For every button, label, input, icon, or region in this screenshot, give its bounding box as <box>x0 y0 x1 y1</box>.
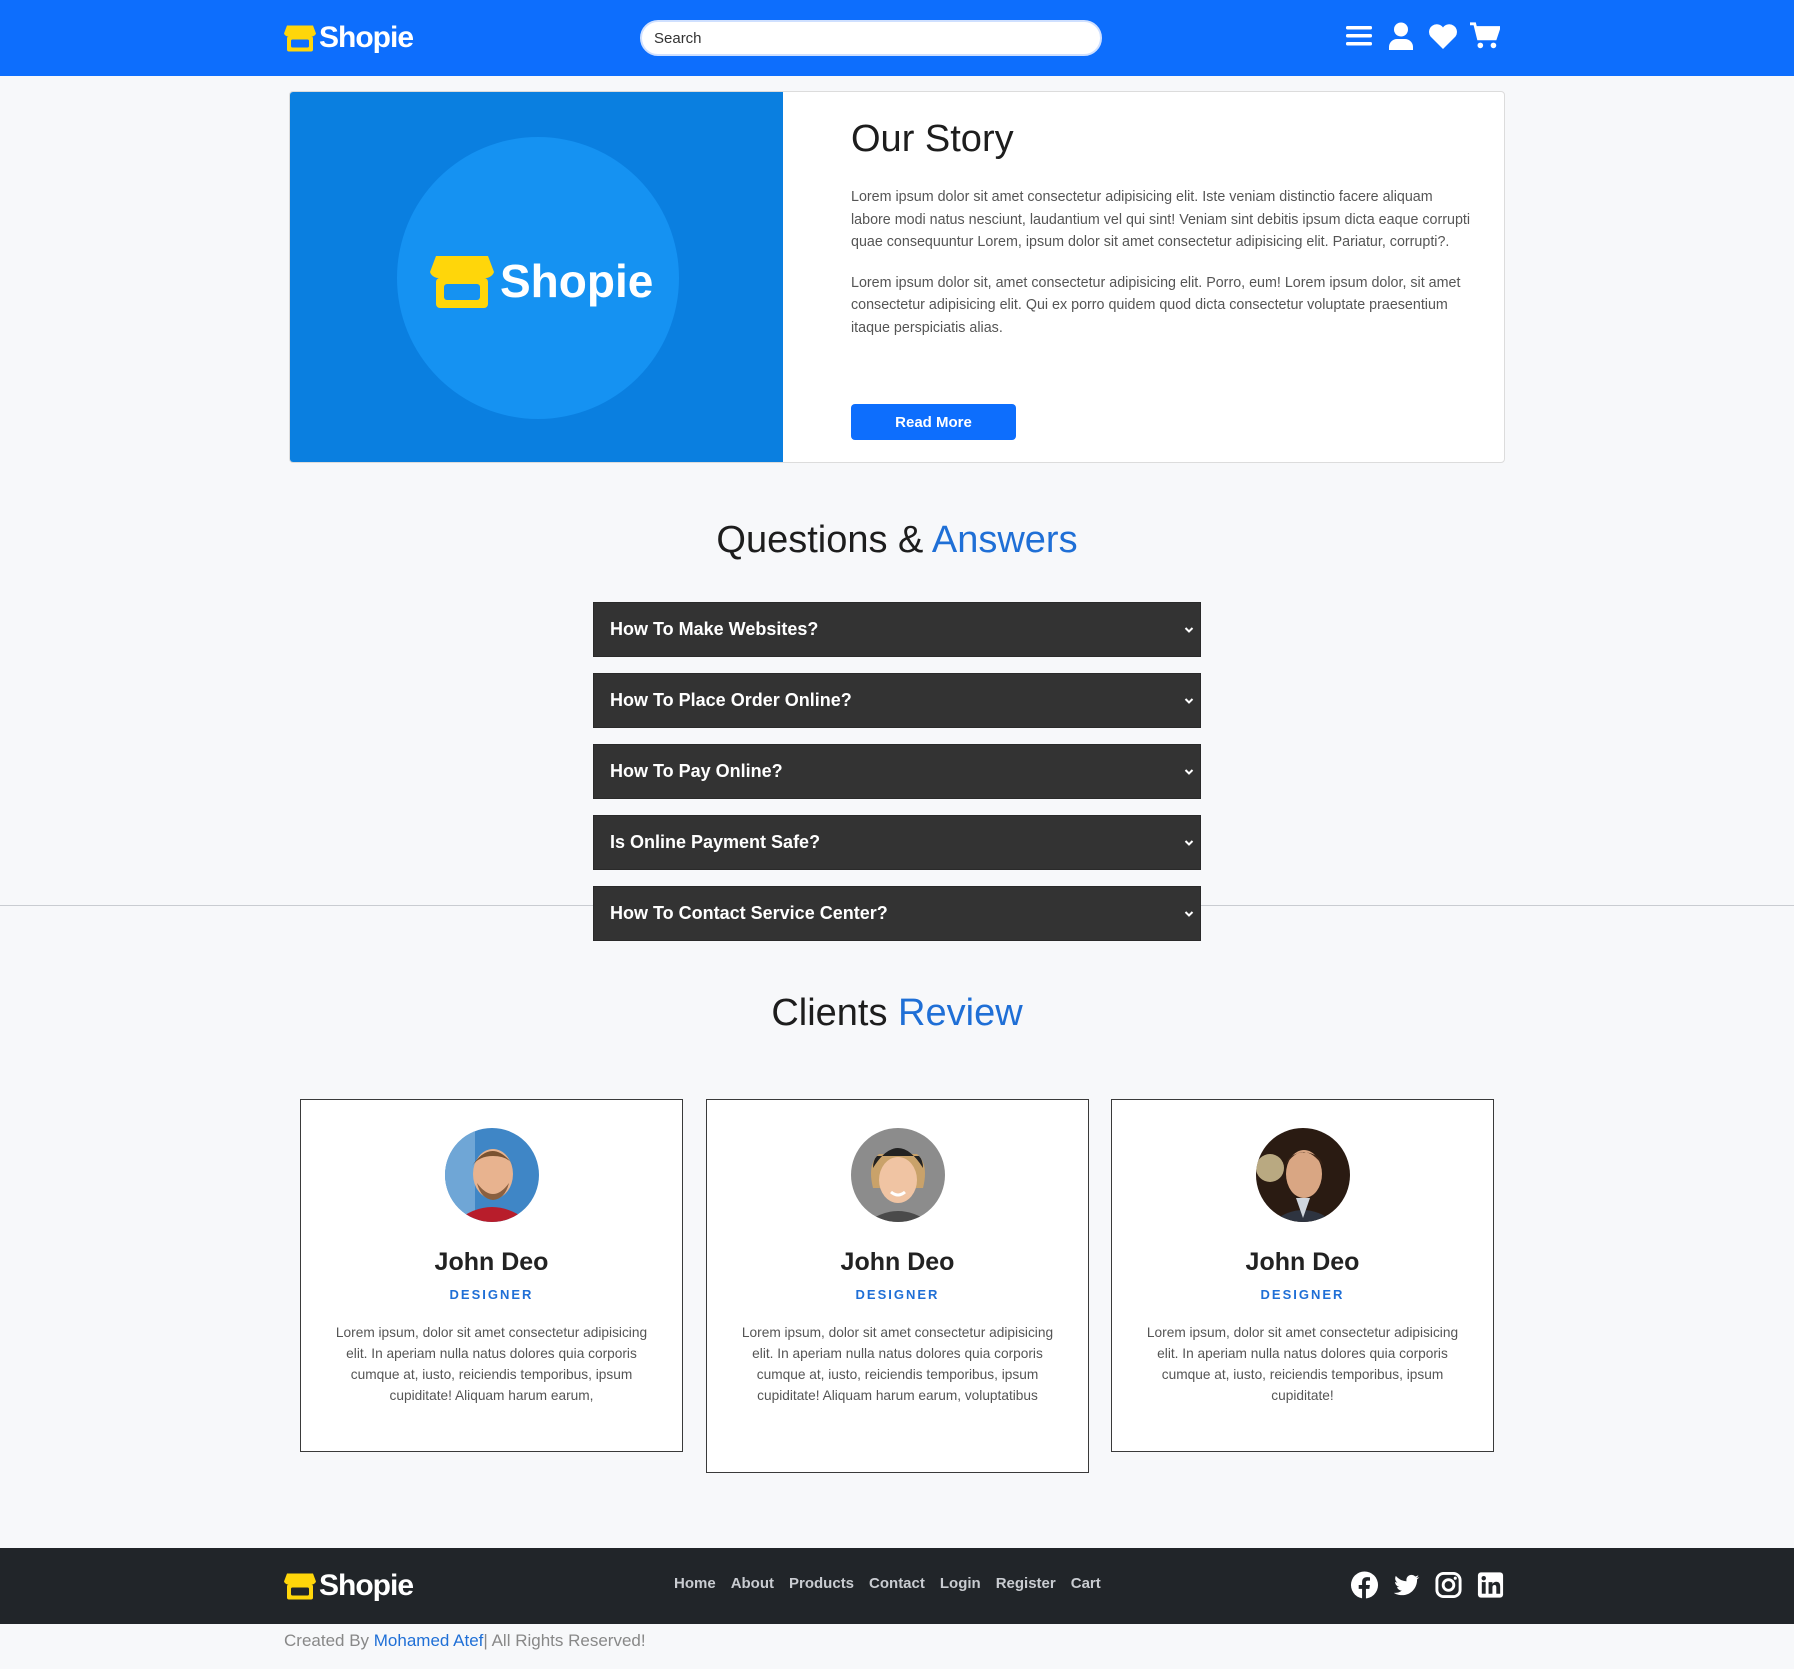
navbar: Shopie <box>0 0 1794 76</box>
client-role: DESIGNER <box>855 1287 940 1302</box>
faq-question: How To Make Websites? <box>610 619 819 639</box>
client-role: DESIGNER <box>1260 1287 1345 1302</box>
client-name: John Deo <box>434 1248 549 1276</box>
read-more-button[interactable]: Read More <box>851 404 1016 440</box>
client-review-text: Lorem ipsum, dolor sit amet consectetur … <box>335 1325 648 1403</box>
faq-list: How To Make Websites? How To Place Order… <box>593 602 1201 957</box>
copyright-suffix: | All Rights Reserved! <box>483 1631 646 1650</box>
story-logo-text: Shopie <box>500 255 654 307</box>
nav-icons <box>1344 20 1500 52</box>
footer: Shopie Home About Products Contact Login… <box>0 1548 1794 1624</box>
copyright-prefix: Created By <box>284 1631 374 1650</box>
client-review-text: Lorem ipsum, dolor sit amet consectetur … <box>741 1325 1054 1403</box>
client-review-text: Lorem ipsum, dolor sit amet consectetur … <box>1146 1325 1459 1403</box>
facebook-icon[interactable] <box>1350 1570 1379 1600</box>
footer-nav: Home About Products Contact Login Regist… <box>674 1575 1101 1592</box>
footer-link-home[interactable]: Home <box>674 1575 716 1592</box>
menu-icon[interactable] <box>1344 20 1374 52</box>
story-title: Our Story <box>851 118 1014 160</box>
heart-icon[interactable] <box>1428 20 1458 52</box>
footer-brand-logo[interactable]: Shopie <box>284 1568 414 1604</box>
store-logo-icon <box>430 256 494 308</box>
search-input[interactable] <box>640 20 1102 56</box>
chevron-down-icon <box>1184 626 1194 633</box>
story-image: Shopie <box>290 92 783 462</box>
brand-name: Shopie <box>319 21 414 54</box>
faq-item[interactable]: How To Contact Service Center? <box>593 886 1201 941</box>
faq-title-accent: Answers <box>931 519 1078 561</box>
copyright-author-link[interactable]: Mohamed Atef <box>374 1631 484 1650</box>
story-paragraph: Lorem ipsum dolor sit amet consectetur a… <box>851 189 1471 251</box>
faq-title: Questions & Answers <box>0 519 1794 562</box>
footer-link-register[interactable]: Register <box>996 1575 1056 1592</box>
linkedin-icon[interactable] <box>1476 1570 1505 1600</box>
cart-icon[interactable] <box>1470 20 1500 52</box>
client-name: John Deo <box>1245 1248 1360 1276</box>
social-links <box>1350 1570 1505 1600</box>
footer-link-products[interactable]: Products <box>789 1575 854 1592</box>
faq-item[interactable]: How To Place Order Online? <box>593 673 1201 728</box>
brand-name: Shopie <box>319 1569 414 1602</box>
footer-link-contact[interactable]: Contact <box>869 1575 925 1592</box>
client-name: John Deo <box>840 1248 955 1276</box>
footer-link-login[interactable]: Login <box>940 1575 981 1592</box>
faq-item[interactable]: How To Pay Online? <box>593 744 1201 799</box>
store-logo-icon <box>284 1573 316 1600</box>
review-card: John Deo DESIGNER Lorem ipsum, dolor sit… <box>1111 1099 1494 1452</box>
faq-item[interactable]: How To Make Websites? <box>593 602 1201 657</box>
user-icon[interactable] <box>1386 20 1416 52</box>
store-logo-icon <box>284 25 316 52</box>
client-avatar <box>850 1128 945 1222</box>
reviews-title-main: Clients <box>771 992 888 1034</box>
chevron-down-icon <box>1184 910 1194 917</box>
brand-logo[interactable]: Shopie <box>284 20 414 56</box>
copyright: Created By Mohamed Atef| All Rights Rese… <box>284 1631 646 1651</box>
chevron-down-icon <box>1184 697 1194 704</box>
twitter-icon[interactable] <box>1392 1570 1421 1600</box>
client-avatar <box>1255 1128 1350 1222</box>
faq-question: How To Place Order Online? <box>610 690 852 710</box>
faq-title-main: Questions & <box>716 519 924 561</box>
story-logo: Shopie <box>430 252 653 310</box>
chevron-down-icon <box>1184 839 1194 846</box>
faq-question: How To Contact Service Center? <box>610 903 888 923</box>
reviews-title-accent: Review <box>898 992 1023 1034</box>
our-story-section: Shopie Our Story Lorem ipsum dolor sit a… <box>289 91 1505 463</box>
footer-link-cart[interactable]: Cart <box>1071 1575 1101 1592</box>
story-body: Our Story Lorem ipsum dolor sit amet con… <box>851 114 1471 340</box>
faq-item[interactable]: Is Online Payment Safe? <box>593 815 1201 870</box>
instagram-icon[interactable] <box>1434 1570 1463 1600</box>
review-card: John Deo DESIGNER Lorem ipsum, dolor sit… <box>706 1099 1089 1473</box>
review-card: John Deo DESIGNER Lorem ipsum, dolor sit… <box>300 1099 683 1452</box>
chevron-down-icon <box>1184 768 1194 775</box>
reviews-title: Clients Review <box>0 992 1794 1035</box>
footer-link-about[interactable]: About <box>731 1575 774 1592</box>
faq-question: Is Online Payment Safe? <box>610 832 821 852</box>
story-paragraph: Lorem ipsum dolor sit, amet consectetur … <box>851 274 1461 336</box>
client-avatar <box>444 1128 539 1222</box>
faq-question: How To Pay Online? <box>610 761 783 781</box>
client-role: DESIGNER <box>449 1287 534 1302</box>
